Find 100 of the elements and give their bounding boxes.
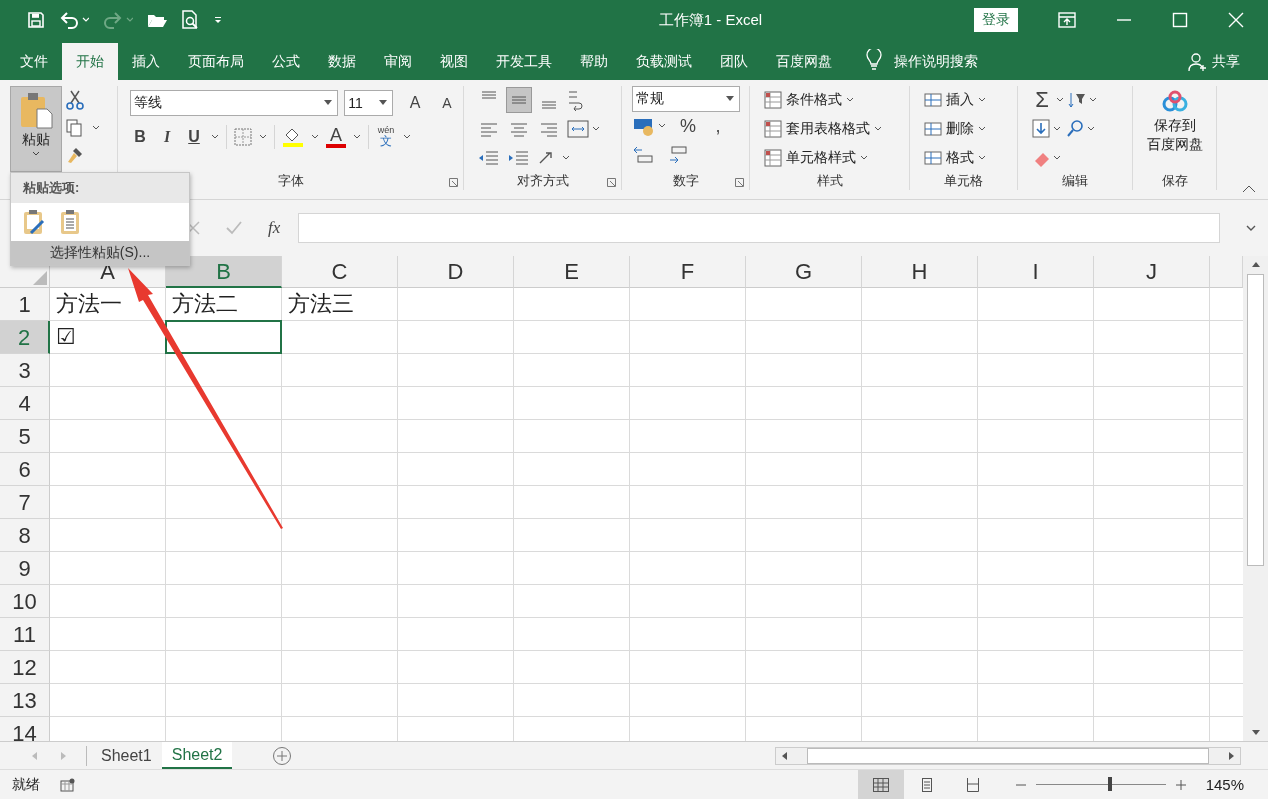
zoom-level[interactable]: 145% [1205,776,1244,793]
paste-special-item[interactable]: 选择性粘贴(S)... [11,241,189,265]
cells-menu-button[interactable]: 插入 [946,91,974,110]
styles-menu-button[interactable]: 单元格样式 [786,149,856,168]
merge-center-icon[interactable] [566,118,600,141]
percent-button[interactable]: % [678,115,698,137]
share-button[interactable]: 共享 [1212,42,1240,80]
number-format-field[interactable]: 常规 [632,85,740,112]
column-header[interactable]: D [398,255,514,288]
column-header[interactable]: C [282,255,398,288]
row-header[interactable]: 1 [0,287,50,321]
fill-down-icon[interactable] [1032,119,1062,140]
row-header[interactable]: 5 [0,419,50,453]
login-button[interactable]: 登录 [974,8,1018,33]
row-header[interactable]: 11 [0,617,50,651]
row-header[interactable]: 12 [0,650,50,684]
macro-record-icon[interactable] [60,777,76,792]
autosum-button[interactable]: Σ [1032,87,1052,114]
redo-icon[interactable] [103,11,133,30]
column-header[interactable]: F [630,255,746,288]
tell-me-search[interactable]: 操作说明搜索 [894,42,978,80]
group-label: 单元格 [943,171,984,190]
row-header[interactable]: 3 [0,353,50,387]
folder-icon[interactable] [147,12,167,29]
underline-button[interactable]: U [184,127,204,146]
copy-icon[interactable] [66,118,100,137]
cells-menu-button[interactable]: 删除 [946,120,974,139]
ribbon-tab[interactable]: 文件 [6,42,62,80]
row-header[interactable]: 7 [0,485,50,519]
paste-formatting-icon[interactable] [23,209,47,235]
collapse-ribbon-icon[interactable] [1242,184,1256,193]
ribbon-tab[interactable]: 视图 [426,42,482,80]
column-header[interactable]: I [978,255,1094,288]
font-color-button[interactable]: A [326,125,346,148]
lightbulb-icon[interactable] [866,48,882,71]
caret-icon [211,133,219,140]
zoom-in-icon[interactable] [1175,779,1186,790]
styles-menu-button[interactable]: 条件格式 [786,91,842,110]
sheet-tab[interactable]: Sheet2 [161,742,233,769]
ribbon-tab[interactable]: 公式 [258,42,314,80]
paste-button[interactable]: 粘贴 [10,85,62,172]
row-header[interactable]: 2 [0,320,50,354]
ribbon-display-icon[interactable] [1058,12,1076,29]
insert-function-button[interactable]: fx [268,217,281,238]
sheet-tab[interactable]: Sheet1 [91,742,162,769]
expand-caret-icon[interactable] [1246,224,1256,231]
dialog-launcher-icon[interactable] [449,177,458,187]
phonetic-button[interactable]: wén 文 [376,126,396,148]
font-name-field[interactable]: 等线 [130,89,339,116]
column-header[interactable]: E [514,255,630,288]
customize-caret-icon[interactable] [213,15,223,26]
decrease-font-button[interactable]: A [437,94,457,111]
ribbon-tab[interactable]: 团队 [706,42,762,80]
increase-font-button[interactable]: A [405,93,425,112]
horizontal-scrollbar[interactable] [775,746,1241,765]
view-button[interactable] [857,770,904,799]
dialog-launcher-icon[interactable] [735,177,744,187]
close-icon[interactable] [1228,12,1244,29]
font-size-field[interactable]: 11 [344,89,393,116]
menu-heading: 粘贴选项: [11,173,189,203]
ribbon-tab[interactable]: 负载测试 [622,42,706,80]
vertical-scrollbar[interactable] [1243,255,1268,741]
vertical-align-icon[interactable] [506,87,532,114]
dialog-launcher-icon[interactable] [607,177,616,187]
maximize-icon[interactable] [1172,12,1188,29]
caret-icon [32,150,40,157]
row-header[interactable]: 4 [0,386,50,420]
row-header[interactable]: 13 [0,683,50,717]
person-add-icon[interactable] [1188,51,1208,72]
ribbon-tab[interactable]: 帮助 [566,42,622,80]
group-label: 样式 [815,171,844,190]
italic-button[interactable]: I [157,127,177,146]
row-header[interactable]: 6 [0,452,50,486]
cells-menu-button[interactable]: 格式 [946,149,974,168]
styles-menu-button[interactable]: 套用表格格式 [786,120,870,139]
row-header[interactable]: 10 [0,584,50,618]
ribbon-tab[interactable]: 插入 [118,42,174,80]
comma-button[interactable]: , [708,115,728,137]
ribbon-tab[interactable]: 页面布局 [174,42,258,80]
row-header[interactable]: 8 [0,518,50,552]
formula-input[interactable] [298,212,1220,243]
scissors-icon[interactable] [66,89,84,110]
zoom-slider-thumb[interactable] [1107,777,1112,791]
row-header[interactable]: 14 [0,716,50,741]
row-header[interactable]: 9 [0,551,50,585]
print-preview-icon[interactable] [181,10,199,31]
add-sheet-icon[interactable] [272,745,293,766]
column-header[interactable]: H [862,255,978,288]
save-to-cloud-button[interactable]: 保存到 百度网盘 [1146,89,1203,154]
ribbon-tab[interactable]: 百度网盘 [762,42,846,80]
undo-icon[interactable] [59,11,89,30]
ribbon-tab[interactable]: 数据 [314,42,370,80]
ribbon-tab[interactable]: 开始 [62,42,118,80]
ribbon-tab[interactable]: 开发工具 [482,42,566,80]
bold-button[interactable]: B [130,127,150,146]
ribbon-tab[interactable]: 审阅 [370,42,426,80]
format-painter-icon[interactable] [66,145,84,164]
column-header[interactable]: G [746,255,862,288]
column-header[interactable]: J [1094,255,1210,288]
save-icon[interactable] [27,11,45,30]
